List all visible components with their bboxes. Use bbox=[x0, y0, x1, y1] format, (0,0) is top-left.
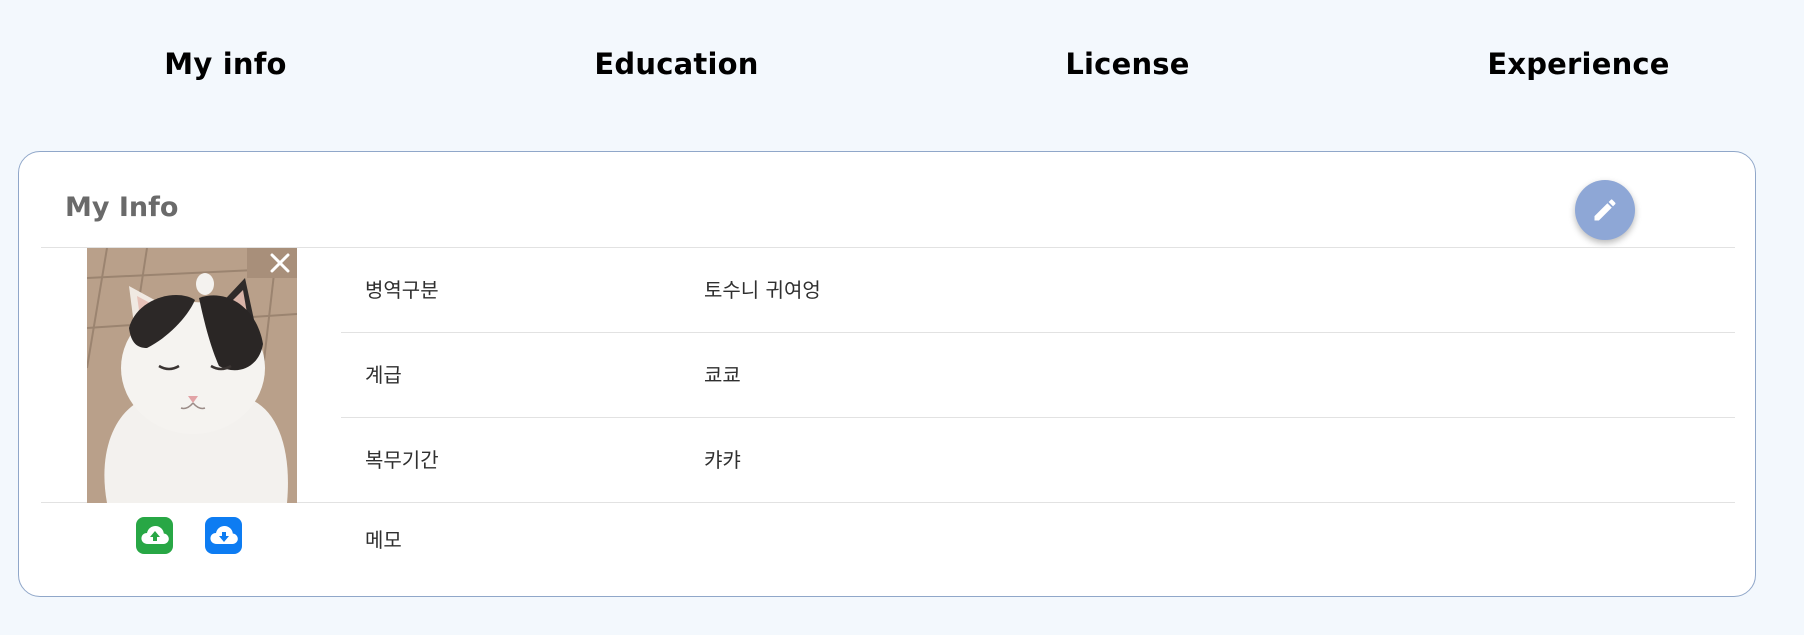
row-value-service-type: 토수니 귀여엉 bbox=[704, 278, 821, 302]
row-value-rank: 쿄쿄 bbox=[704, 363, 741, 387]
top-tabs: My info Education License Experience bbox=[0, 0, 1804, 130]
row-label-service-type: 병역구분 bbox=[365, 278, 439, 302]
pencil-icon bbox=[1594, 199, 1616, 221]
download-button[interactable] bbox=[205, 517, 242, 554]
tab-my-info[interactable]: My info bbox=[0, 0, 451, 130]
profile-photo bbox=[87, 248, 297, 503]
card-title: My Info bbox=[65, 192, 179, 223]
tab-experience[interactable]: Experience bbox=[1353, 0, 1804, 130]
cloud-upload-icon bbox=[140, 525, 169, 544]
tab-education[interactable]: Education bbox=[451, 0, 902, 130]
memo-label: 메모 bbox=[365, 528, 402, 552]
row-label-rank: 계급 bbox=[365, 363, 402, 387]
tab-license[interactable]: License bbox=[902, 0, 1353, 130]
close-icon[interactable] bbox=[267, 250, 293, 276]
divider-row-1 bbox=[341, 332, 1735, 333]
row-label-service-period: 복무기간 bbox=[365, 448, 439, 472]
edit-button[interactable] bbox=[1575, 180, 1635, 240]
divider-row-2 bbox=[341, 417, 1735, 418]
cloud-download-icon bbox=[209, 525, 238, 544]
row-value-service-period: 캬캬 bbox=[704, 448, 741, 472]
upload-button[interactable] bbox=[136, 517, 173, 554]
my-info-card: My Info 병역구분 토수니 귀여엉 계급 쿄쿄 복무기간 캬캬 메모 bbox=[18, 151, 1756, 597]
